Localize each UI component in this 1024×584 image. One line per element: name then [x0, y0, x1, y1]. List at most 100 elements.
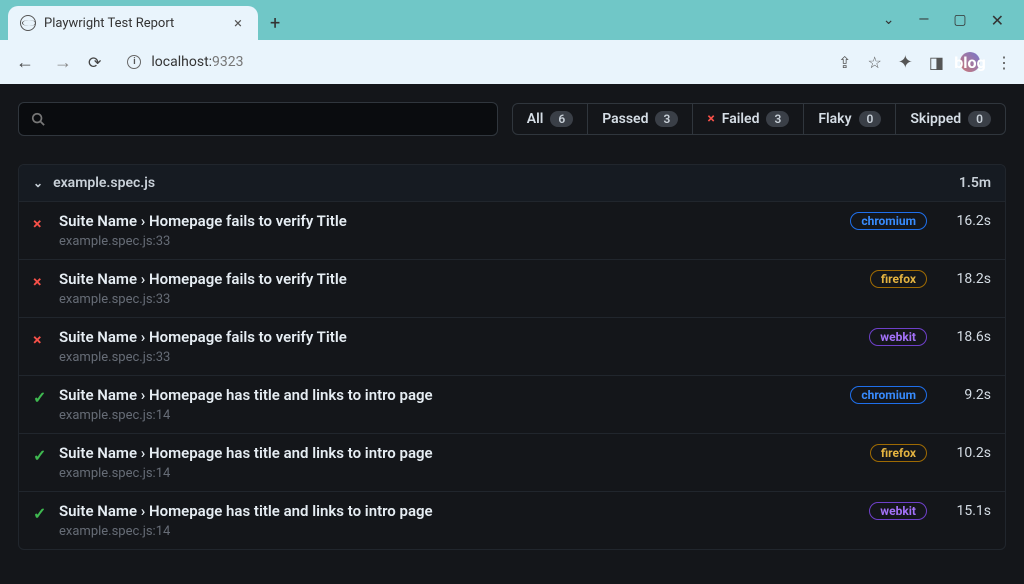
file-duration: 1.5m	[959, 175, 991, 191]
count-badge: 3	[655, 111, 678, 127]
tab-strip: Playwright Test Report × +	[0, 0, 292, 40]
test-meta: webkit 15.1s	[869, 502, 991, 520]
test-info: Suite Name › Homepage fails to verify Ti…	[59, 212, 840, 249]
test-meta: firefox 18.2s	[870, 270, 991, 288]
test-title: Suite Name › Homepage fails to verify Ti…	[59, 328, 859, 346]
tab-title: Playwright Test Report	[44, 16, 174, 31]
browser-badge: chromium	[850, 212, 927, 230]
filter-all[interactable]: All 6	[513, 104, 588, 134]
test-title: Suite Name › Homepage fails to verify Ti…	[59, 270, 860, 288]
test-location: example.spec.js:33	[59, 234, 840, 249]
profile-extension-icon[interactable]: blog	[960, 52, 980, 72]
test-duration: 18.6s	[949, 329, 991, 345]
search-input[interactable]	[18, 102, 498, 136]
browser-badge: chromium	[850, 386, 927, 404]
test-title: Suite Name › Homepage has title and link…	[59, 444, 860, 462]
test-row[interactable]: × Suite Name › Homepage fails to verify T…	[19, 259, 1005, 317]
bookmark-icon[interactable]: ☆	[867, 53, 881, 72]
count-badge: 0	[968, 111, 991, 127]
test-title: Suite Name › Homepage fails to verify Ti…	[59, 212, 840, 230]
test-meta: webkit 18.6s	[869, 328, 991, 346]
browser-badge: webkit	[869, 502, 927, 520]
test-info: Suite Name › Homepage has title and link…	[59, 444, 860, 481]
minimize-button[interactable]: —	[918, 12, 929, 28]
test-file-group: ⌄ example.spec.js 1.5m × Suite Name › Hom…	[18, 164, 1006, 550]
filter-label: Flaky	[818, 111, 851, 127]
check-icon: ✓	[33, 446, 49, 465]
new-tab-button[interactable]: +	[258, 13, 292, 34]
test-row[interactable]: ✓ Suite Name › Homepage has title and lin…	[19, 375, 1005, 433]
window-titlebar: Playwright Test Report × + ⌄ — ▢ ✕	[0, 0, 1024, 40]
maximize-button[interactable]: ▢	[953, 12, 966, 28]
browser-badge: firefox	[870, 444, 927, 462]
test-meta: firefox 10.2s	[870, 444, 991, 462]
test-row[interactable]: ✓ Suite Name › Homepage has title and lin…	[19, 433, 1005, 491]
check-icon: ✓	[33, 388, 49, 407]
test-row[interactable]: × Suite Name › Homepage fails to verify T…	[19, 317, 1005, 375]
globe-icon	[20, 15, 36, 31]
x-icon: ×	[707, 111, 714, 127]
test-info: Suite Name › Homepage has title and link…	[59, 502, 859, 539]
test-duration: 10.2s	[949, 445, 991, 461]
browser-badge: firefox	[870, 270, 927, 288]
share-icon[interactable]: ⇪	[838, 53, 851, 72]
filter-label: Passed	[602, 111, 648, 127]
nav-back-button[interactable]: ←	[12, 48, 38, 77]
test-row[interactable]: × Suite Name › Homepage fails to verify T…	[19, 201, 1005, 259]
search-icon	[31, 112, 45, 126]
test-location: example.spec.js:14	[59, 408, 840, 423]
test-duration: 18.2s	[949, 271, 991, 287]
file-name: example.spec.js	[53, 175, 155, 191]
report-body: All 6 Passed 3 × Failed 3 Flaky 0 Skippe…	[0, 84, 1024, 584]
filter-label: Failed	[722, 111, 760, 127]
site-info-icon[interactable]: i	[127, 55, 141, 69]
extensions-icon[interactable]: ✦	[898, 52, 913, 73]
close-window-button[interactable]: ✕	[991, 11, 1004, 30]
filter-label: Skipped	[910, 111, 961, 127]
test-row[interactable]: ✓ Suite Name › Homepage has title and lin…	[19, 491, 1005, 549]
filter-label: All	[527, 111, 544, 127]
tab-close-icon[interactable]: ×	[230, 14, 246, 32]
filter-bar: All 6 Passed 3 × Failed 3 Flaky 0 Skippe…	[18, 102, 1006, 136]
reload-button[interactable]: ⟳	[88, 53, 101, 72]
filter-flaky[interactable]: Flaky 0	[804, 104, 896, 134]
browser-toolbar: ← → ⟳ i localhost:9323 ⇪ ☆ ✦ ◨ blog ⋮	[0, 40, 1024, 84]
status-filters: All 6 Passed 3 × Failed 3 Flaky 0 Skippe…	[512, 103, 1006, 135]
test-title: Suite Name › Homepage has title and link…	[59, 502, 859, 520]
nav-forward-button[interactable]: →	[50, 48, 76, 77]
test-location: example.spec.js:14	[59, 466, 860, 481]
count-badge: 0	[859, 111, 882, 127]
test-duration: 15.1s	[949, 503, 991, 519]
test-duration: 9.2s	[949, 387, 991, 403]
test-duration: 16.2s	[949, 213, 991, 229]
test-meta: chromium 16.2s	[850, 212, 991, 230]
browser-tab[interactable]: Playwright Test Report ×	[8, 6, 258, 40]
test-location: example.spec.js:33	[59, 292, 860, 307]
address-bar[interactable]: i localhost:9323	[113, 46, 826, 78]
file-header[interactable]: ⌄ example.spec.js 1.5m	[19, 165, 1005, 201]
x-icon: ×	[33, 214, 49, 233]
count-badge: 3	[766, 111, 789, 127]
browser-badge: webkit	[869, 328, 927, 346]
window-controls: ⌄ — ▢ ✕	[863, 11, 1024, 30]
test-info: Suite Name › Homepage fails to verify Ti…	[59, 270, 860, 307]
test-info: Suite Name › Homepage fails to verify Ti…	[59, 328, 859, 365]
filter-failed[interactable]: × Failed 3	[693, 104, 804, 134]
test-location: example.spec.js:33	[59, 350, 859, 365]
check-icon: ✓	[33, 504, 49, 523]
x-icon: ×	[33, 272, 49, 291]
test-info: Suite Name › Homepage has title and link…	[59, 386, 840, 423]
x-icon: ×	[33, 330, 49, 349]
count-badge: 6	[550, 111, 573, 127]
filter-skipped[interactable]: Skipped 0	[896, 104, 1005, 134]
filter-passed[interactable]: Passed 3	[588, 104, 693, 134]
menu-icon[interactable]: ⋮	[996, 53, 1012, 72]
sidepanel-icon[interactable]: ◨	[929, 53, 944, 72]
toolbar-actions: ⇪ ☆ ✦ ◨ blog ⋮	[838, 52, 1012, 73]
chevron-down-icon: ⌄	[33, 176, 43, 190]
chevron-down-icon[interactable]: ⌄	[883, 12, 895, 28]
test-location: example.spec.js:14	[59, 524, 859, 539]
test-meta: chromium 9.2s	[850, 386, 991, 404]
test-title: Suite Name › Homepage has title and link…	[59, 386, 840, 404]
address-text: localhost:9323	[151, 54, 243, 70]
